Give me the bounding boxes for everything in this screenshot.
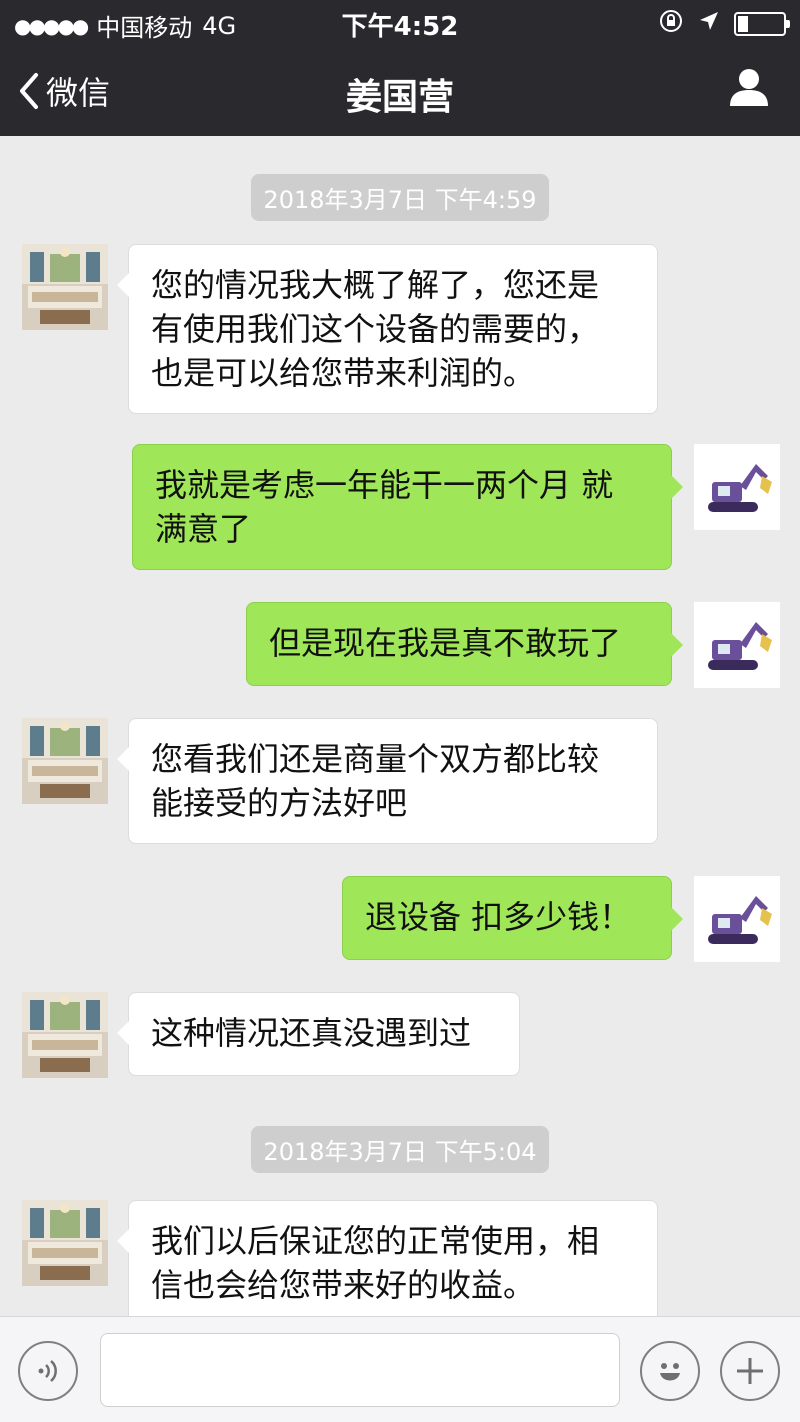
sent-message-bubble[interactable]: 我就是考虑一年能干一两个月 就 满意了 — [132, 444, 683, 570]
message-line: 这种情况还真没遇到过 — [151, 1014, 472, 1052]
status-bar: ●●●●● 中国移动 4G 下午4:52 — [0, 0, 800, 44]
message-line: 但是现在我是真不敢玩了 — [269, 624, 622, 662]
chat-title: 姜国营 — [345, 77, 454, 118]
received-message-bubble[interactable]: 您的情况我大概了解了，您还是 有使用我们这个设备的需要的， 也是可以给您带来利润… — [117, 244, 658, 414]
message-input[interactable] — [100, 1333, 620, 1407]
contact-avatar[interactable] — [22, 244, 108, 330]
battery-icon — [734, 12, 790, 36]
contact-avatar[interactable] — [22, 992, 108, 1078]
my-avatar[interactable] — [694, 602, 780, 688]
message-line: 能接受的方法好吧 — [151, 784, 408, 822]
plus-icon — [737, 1358, 763, 1384]
message-line: 也是可以给您带来利润的。 — [151, 354, 536, 392]
voice-button[interactable] — [18, 1341, 78, 1401]
message-timestamp: 2018年3月7日 下午4:59 — [0, 174, 800, 221]
message-timestamp: 2018年3月7日 下午5:04 — [0, 1126, 800, 1173]
rotation-lock-icon — [658, 8, 684, 40]
my-avatar[interactable] — [694, 444, 780, 530]
message-line: 我就是考虑一年能干一两个月 就 — [155, 466, 614, 504]
contact-avatar[interactable] — [22, 718, 108, 804]
message-line: 您看我们还是商量个双方都比较 — [151, 740, 600, 778]
user-icon — [730, 69, 768, 106]
message-line: 退设备 扣多少钱！ — [365, 898, 632, 936]
received-message-bubble[interactable]: 您看我们还是商量个双方都比较 能接受的方法好吧 — [117, 718, 658, 844]
location-arrow-icon — [698, 10, 720, 38]
message-line: 我们以后保证您的正常使用，相 — [151, 1222, 600, 1260]
sent-message-bubble[interactable]: 退设备 扣多少钱！ — [342, 876, 683, 960]
message-line: 您的情况我大概了解了，您还是 — [151, 266, 600, 304]
chat-area[interactable]: 2018年3月7日 下午4:59 您的情况我大概了解了，您还是 有使用我们这个设… — [0, 136, 800, 1316]
sent-message-bubble[interactable]: 但是现在我是真不敢玩了 — [246, 602, 683, 686]
contact-info-button[interactable] — [728, 66, 770, 112]
received-message-bubble[interactable]: 我们以后保证您的正常使用，相 信也会给您带来好的收益。 — [117, 1200, 658, 1316]
nav-bar: 微信 姜国营 — [0, 44, 800, 136]
my-avatar[interactable] — [694, 876, 780, 962]
received-message-bubble[interactable]: 这种情况还真没遇到过 — [117, 992, 520, 1076]
emoji-button[interactable] — [640, 1341, 700, 1401]
message-line: 满意了 — [155, 510, 252, 548]
more-button[interactable] — [720, 1341, 780, 1401]
input-bar — [0, 1316, 800, 1422]
message-line: 有使用我们这个设备的需要的， — [151, 310, 600, 348]
emoji-icon — [660, 1363, 680, 1381]
voice-icon — [38, 1360, 57, 1382]
message-line: 信也会给您带来好的收益。 — [151, 1266, 536, 1304]
contact-avatar[interactable] — [22, 1200, 108, 1286]
